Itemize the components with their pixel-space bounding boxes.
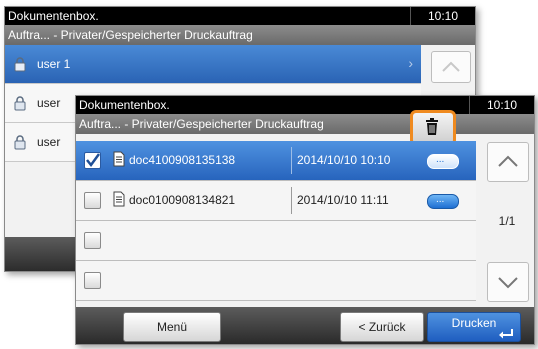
job-name: doc0100908134821 (129, 193, 236, 207)
subtitle-bar: Auftra... - Privater/Gespeicherter Druck… (5, 25, 475, 45)
row-checkbox[interactable] (84, 232, 101, 249)
user-label: user 1 (37, 57, 71, 71)
document-icon (113, 151, 125, 170)
title-bar: Dokumentenbox. 10:10 (5, 7, 475, 25)
job-row[interactable]: doc0100908134821 2014/10/10 11:11 ... (76, 181, 476, 221)
back-button[interactable]: < Zurück (340, 312, 424, 342)
chevron-down-icon (498, 277, 518, 289)
lock-icon (13, 134, 27, 153)
column-divider (291, 147, 292, 174)
column-divider (291, 187, 292, 214)
clock: 10:10 (410, 7, 475, 25)
lock-icon (13, 56, 27, 75)
job-name: doc4100908135138 (129, 153, 236, 167)
scroll-up-button[interactable] (487, 142, 529, 182)
screen-subtitle: Auftra... - Privater/Gespeicherter Druck… (79, 117, 324, 131)
scroll-up-button[interactable] (431, 51, 471, 83)
details-button[interactable]: ... (427, 154, 459, 169)
job-row[interactable]: doc4100908135138 2014/10/10 10:10 ... (76, 141, 476, 181)
row-checkbox[interactable] (84, 152, 101, 169)
front-screen: Dokumentenbox. 10:10 Auftra... - Private… (75, 95, 535, 345)
user-label: user (37, 96, 61, 110)
page-indicator: 1/1 (498, 214, 516, 228)
job-date: 2014/10/10 10:10 (297, 153, 391, 167)
job-date: 2014/10/10 11:11 (297, 193, 389, 207)
print-button[interactable]: Drucken (427, 312, 521, 342)
menu-button[interactable]: Menü (123, 312, 221, 342)
lock-icon (13, 95, 27, 114)
job-row[interactable] (76, 221, 476, 261)
screen-title: Dokumentenbox. (8, 9, 99, 23)
job-row[interactable] (76, 261, 476, 301)
subtitle-bar: Auftra... - Privater/Gespeicherter Druck… (76, 114, 534, 134)
screen-title: Dokumentenbox. (79, 98, 170, 112)
scroll-down-button[interactable] (487, 262, 529, 302)
row-checkbox[interactable] (84, 272, 101, 289)
enter-icon (499, 329, 513, 339)
clock: 10:10 (469, 96, 534, 114)
screen-subtitle: Auftra... - Privater/Gespeicherter Druck… (8, 28, 253, 42)
row-checkbox[interactable] (84, 192, 101, 209)
chevron-up-icon (442, 61, 460, 72)
user-label: user (37, 135, 61, 149)
checkmark-icon (86, 153, 101, 168)
footer-bar: Menü < Zurück Drucken (76, 307, 534, 344)
chevron-right-icon: › (408, 55, 413, 71)
document-icon (113, 191, 125, 210)
chevron-up-icon (498, 155, 518, 167)
title-bar: Dokumentenbox. 10:10 (76, 96, 534, 114)
user-row[interactable]: user 1 › (5, 45, 421, 84)
details-button[interactable]: ... (427, 194, 459, 209)
trash-icon (426, 118, 438, 135)
